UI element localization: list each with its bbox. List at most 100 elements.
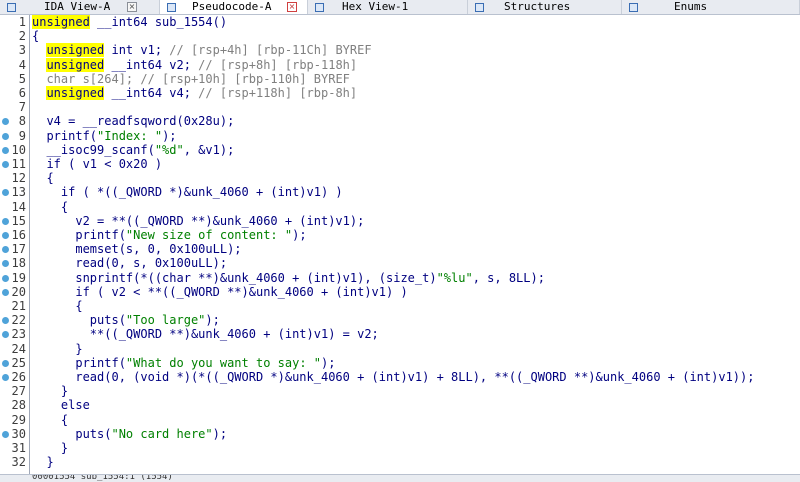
tab-label: Pseudocode-A: [192, 0, 272, 13]
code-line[interactable]: 14 {: [0, 200, 800, 214]
code-token: printf(: [32, 228, 126, 242]
code-line[interactable]: 11 if ( v1 < 0x20 ): [0, 157, 800, 171]
code-token: puts(: [32, 426, 112, 441]
code-token: __int64 v2;: [104, 57, 199, 72]
code-line[interactable]: 23 **((_QWORD **)&unk_4060 + (int)v1) = …: [0, 327, 800, 341]
code-line[interactable]: 10 __isoc99_scanf("%d", &v1);: [0, 143, 800, 157]
code-token: if ( v2 < **((_QWORD **)&unk_4060 + (int…: [32, 284, 408, 299]
code-line[interactable]: 27 }: [0, 384, 800, 398]
string-literal: "New size of content: ": [125, 228, 293, 242]
code-token: );: [292, 228, 307, 242]
code-token: __int64 v4;: [104, 86, 199, 100]
close-tab-icon[interactable]: ×: [127, 2, 137, 12]
code-text: {: [32, 299, 83, 313]
line-number: 29: [11, 412, 26, 427]
code-line[interactable]: 12 {: [0, 171, 800, 185]
code-token: **((_QWORD **)&unk_4060 + (int)v1) = v2;: [32, 327, 379, 342]
hex-view-icon: [315, 2, 324, 12]
code-comment: // [rsp+10h] [rbp-110h] BYREF: [140, 71, 350, 86]
string-literal: "What do you want to say: ": [125, 355, 321, 370]
code-text: }: [32, 342, 82, 356]
code-text: if ( *((_QWORD *)&unk_4060 + (int)v1) ): [32, 185, 343, 199]
code-line[interactable]: 29 {: [0, 413, 800, 427]
code-token: char s[264];: [32, 71, 141, 86]
code-line[interactable]: 24 }: [0, 342, 800, 356]
code-text: v4 = __readfsqword(0x28u);: [32, 114, 234, 128]
tab-ida-view-a[interactable]: IDA View-A ×: [0, 0, 160, 14]
code-token: snprintf(*((char **)&unk_4060 + (int)v1)…: [32, 270, 437, 285]
code-line[interactable]: 19 snprintf(*((char **)&unk_4060 + (int)…: [0, 271, 800, 285]
code-line[interactable]: 8 v4 = __readfsqword(0x28u);: [0, 114, 800, 128]
code-text: char s[264]; // [rsp+10h] [rbp-110h] BYR…: [32, 71, 350, 86]
code-token: v4 = __readfsqword(0x28u);: [32, 114, 235, 129]
tab-hex-view-1[interactable]: Hex View-1: [308, 0, 468, 14]
code-token: }: [32, 455, 54, 470]
code-token: , s, 8LL);: [472, 270, 545, 285]
line-number: 1: [18, 15, 26, 29]
line-number: 9: [18, 128, 26, 143]
code-line[interactable]: 16 printf("New size of content: ");: [0, 228, 800, 242]
ida-view-icon: [7, 2, 16, 12]
code-token: v2 = **((_QWORD **)&unk_4060 + (int)v1);: [32, 213, 365, 228]
code-line[interactable]: 30 puts("No card here");: [0, 427, 800, 441]
line-number: 10: [11, 142, 26, 157]
code-line[interactable]: 20 if ( v2 < **((_QWORD **)&unk_4060 + (…: [0, 285, 800, 299]
tab-label: Structures: [504, 0, 571, 13]
code-line[interactable]: 5 char s[264]; // [rsp+10h] [rbp-110h] B…: [0, 72, 800, 86]
code-line[interactable]: 6 unsigned __int64 v4; // [rsp+118h] [rb…: [0, 86, 800, 100]
code-line[interactable]: 25 printf("What do you want to say: ");: [0, 356, 800, 370]
keyword-highlight: unsigned: [32, 15, 90, 29]
tab-label: Hex View-1: [342, 0, 409, 13]
code-text: printf("New size of content: ");: [32, 228, 307, 242]
line-number: 22: [11, 313, 26, 328]
line-number: 27: [11, 384, 26, 399]
code-line[interactable]: 22 puts("Too large");: [0, 313, 800, 327]
tab-structures[interactable]: Structures: [468, 0, 622, 14]
code-text: else: [32, 398, 90, 412]
string-literal: "Too large": [125, 313, 206, 328]
tab-enums[interactable]: Enums: [622, 0, 800, 14]
code-text: {: [32, 171, 53, 185]
code-comment: // [rsp+4h] [rbp-11Ch] BYREF: [169, 43, 372, 58]
code-text: **((_QWORD **)&unk_4060 + (int)v1) = v2;: [32, 327, 379, 341]
line-number: 21: [11, 299, 26, 313]
code-token: else: [32, 398, 90, 413]
code-token: printf(: [32, 128, 98, 143]
code-line[interactable]: 26 read(0, (void *)(*((_QWORD *)&unk_406…: [0, 370, 800, 384]
code-line[interactable]: 7: [0, 100, 800, 114]
code-line[interactable]: 4 unsigned __int64 v2; // [rsp+8h] [rbp-…: [0, 57, 800, 72]
code-token: {: [32, 299, 83, 313]
code-line[interactable]: 28 else: [0, 398, 800, 412]
line-number: 4: [18, 57, 26, 72]
string-literal: "Index: ": [97, 128, 163, 143]
code-text: printf("What do you want to say: ");: [32, 356, 335, 370]
code-text: {: [32, 200, 68, 214]
code-text: if ( v2 < **((_QWORD **)&unk_4060 + (int…: [32, 284, 408, 299]
code-line[interactable]: 13 if ( *((_QWORD *)&unk_4060 + (int)v1)…: [0, 185, 800, 199]
enums-icon: [629, 2, 638, 12]
line-number: 7: [18, 100, 26, 115]
tab-pseudocode-a[interactable]: Pseudocode-A ×: [160, 0, 308, 14]
line-number: 24: [11, 341, 26, 356]
code-line[interactable]: 9 printf("Index: ");: [0, 129, 800, 143]
code-line[interactable]: 31 }: [0, 441, 800, 455]
code-line[interactable]: 18 read(0, s, 0x100uLL);: [0, 256, 800, 270]
line-number: 26: [11, 370, 26, 384]
close-tab-icon[interactable]: ×: [287, 2, 297, 12]
string-literal: "No card here": [111, 426, 213, 441]
code-line[interactable]: 3 unsigned int v1; // [rsp+4h] [rbp-11Ch…: [0, 43, 800, 58]
line-number: 16: [11, 228, 26, 242]
code-line[interactable]: 2{: [0, 29, 800, 43]
pseudocode-view[interactable]: 1 unsigned __int64 sub_1554() 2{3 unsigned…: [0, 15, 800, 475]
code-line[interactable]: 17 memset(s, 0, 0x100uLL);: [0, 242, 800, 256]
line-number: 17: [11, 242, 26, 257]
code-line[interactable]: 21 {: [0, 299, 800, 313]
line-number: 2: [18, 29, 26, 44]
code-line[interactable]: 32 }: [0, 455, 800, 469]
code-line[interactable]: 1 unsigned __int64 sub_1554(): [0, 15, 800, 29]
code-text: puts("Too large");: [32, 313, 220, 327]
code-text: unsigned int v1; // [rsp+4h] [rbp-11Ch] …: [32, 43, 372, 58]
code-line[interactable]: 15 v2 = **((_QWORD **)&unk_4060 + (int)v…: [0, 214, 800, 228]
code-token: __int64 sub_1554(): [89, 15, 228, 29]
